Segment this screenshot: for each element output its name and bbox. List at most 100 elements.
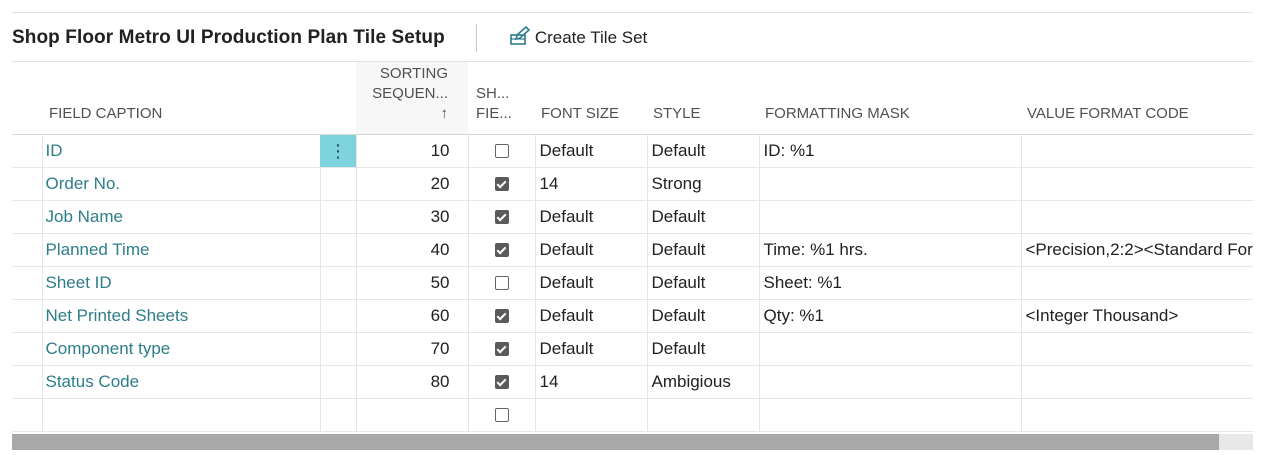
field-caption-cell[interactable]: Status Code — [41, 365, 320, 399]
row-menu-cell — [319, 332, 356, 366]
value-format-code-cell[interactable] — [1020, 332, 1253, 366]
show-field-checkbox[interactable] — [494, 342, 509, 356]
row-selector[interactable] — [12, 266, 42, 300]
sorting-sequence-cell[interactable]: 40 — [355, 233, 468, 267]
field-caption-cell[interactable]: Sheet ID — [41, 266, 320, 300]
field-caption-cell[interactable] — [41, 398, 320, 432]
table-row[interactable]: Status Code 80 14 Ambigious — [12, 365, 1253, 399]
style-cell[interactable]: Default — [646, 332, 759, 366]
table-row[interactable] — [12, 398, 1253, 432]
field-caption-cell[interactable]: Planned Time — [41, 233, 320, 267]
horizontal-scrollbar[interactable] — [12, 434, 1253, 450]
field-caption-cell[interactable]: Job Name — [41, 200, 320, 234]
formatting-mask-cell[interactable]: Qty: %1 — [758, 299, 1021, 333]
show-field-checkbox[interactable] — [494, 177, 509, 191]
font-size-cell[interactable]: Default — [534, 266, 647, 300]
font-size-cell[interactable] — [534, 398, 647, 432]
table-row[interactable]: ID ⋮ 10 Default Default ID: %1 — [12, 134, 1253, 168]
style-cell[interactable]: Default — [646, 200, 759, 234]
formatting-mask-cell[interactable] — [758, 167, 1021, 201]
formatting-mask-cell[interactable] — [758, 200, 1021, 234]
value-format-code-cell[interactable] — [1020, 398, 1253, 432]
formatting-mask-cell[interactable]: Time: %1 hrs. — [758, 233, 1021, 267]
formatting-mask-cell[interactable] — [758, 398, 1021, 432]
show-field-checkbox[interactable] — [494, 408, 509, 422]
show-field-cell — [467, 266, 535, 300]
formatting-mask-cell[interactable]: Sheet: %1 — [758, 266, 1021, 300]
table-row[interactable]: Planned Time 40 Default Default Time: %1 hrs… — [12, 233, 1253, 267]
table-row[interactable]: Component type 70 Default Default — [12, 332, 1253, 366]
table-row[interactable]: Job Name 30 Default Default — [12, 200, 1253, 234]
sorting-sequence-cell[interactable]: 50 — [355, 266, 468, 300]
font-size-cell[interactable]: 14 — [534, 167, 647, 201]
row-selector[interactable] — [12, 134, 42, 168]
scrollbar-thumb[interactable] — [12, 434, 1219, 450]
style-cell[interactable]: Default — [646, 299, 759, 333]
font-size-cell[interactable]: Default — [534, 200, 647, 234]
table-row[interactable]: Sheet ID 50 Default Default Sheet: %1 — [12, 266, 1253, 300]
formatting-mask-cell[interactable]: ID: %1 — [758, 134, 1021, 168]
style-cell[interactable]: Strong — [646, 167, 759, 201]
font-size-cell[interactable]: 14 — [534, 365, 647, 399]
row-selector[interactable] — [12, 233, 42, 267]
row-selector[interactable] — [12, 332, 42, 366]
sorting-header-line1: SORTING — [379, 65, 448, 82]
column-header-field-caption[interactable]: FIELD CAPTION — [42, 62, 320, 135]
sorting-sequence-cell[interactable]: 10 — [355, 134, 468, 168]
show-field-checkbox[interactable] — [494, 144, 509, 158]
value-format-code-cell[interactable] — [1020, 167, 1253, 201]
field-caption-cell[interactable]: Order No. — [41, 167, 320, 201]
field-caption-cell[interactable]: ID — [41, 134, 320, 168]
more-vertical-icon[interactable]: ⋮ — [320, 135, 356, 167]
value-format-code-cell[interactable]: <Integer Thousand> — [1020, 299, 1253, 333]
field-caption-cell[interactable]: Component type — [41, 332, 320, 366]
style-cell[interactable]: Default — [646, 233, 759, 267]
show-field-cell — [467, 299, 535, 333]
value-format-code-cell[interactable] — [1020, 365, 1253, 399]
sorting-sequence-cell[interactable]: 70 — [355, 332, 468, 366]
table-row[interactable]: Net Printed Sheets 60 Default Default Qty: %… — [12, 299, 1253, 333]
show-field-checkbox[interactable] — [494, 243, 509, 257]
show-field-checkbox[interactable] — [494, 375, 509, 389]
show-field-checkbox[interactable] — [494, 276, 509, 290]
show-field-checkbox[interactable] — [494, 210, 509, 224]
sorting-sequence-cell[interactable]: 60 — [355, 299, 468, 333]
font-size-cell[interactable]: Default — [534, 233, 647, 267]
column-header-show-field[interactable]: SH... FIE... — [468, 62, 535, 135]
sorting-sequence-cell[interactable]: 30 — [355, 200, 468, 234]
show-field-cell — [467, 398, 535, 432]
sorting-sequence-cell[interactable]: 20 — [355, 167, 468, 201]
font-size-cell[interactable]: Default — [534, 332, 647, 366]
column-header-value-format-code[interactable]: VALUE FORMAT CODE — [1021, 62, 1253, 135]
page-title: Shop Floor Metro UI Production Plan Tile… — [12, 27, 445, 48]
create-tile-set-button[interactable]: Create Tile Set — [509, 25, 647, 51]
column-header-formatting-mask[interactable]: FORMATTING MASK — [759, 62, 1021, 135]
column-header-sorting-sequence[interactable]: SORTING SEQUEN... ↑ — [356, 62, 468, 135]
style-cell[interactable]: Default — [646, 266, 759, 300]
sorting-sequence-cell[interactable]: 80 — [355, 365, 468, 399]
formatting-mask-cell[interactable] — [758, 365, 1021, 399]
row-selector[interactable] — [12, 299, 42, 333]
page-header: Shop Floor Metro UI Production Plan Tile… — [12, 22, 1253, 54]
row-selector[interactable] — [12, 398, 42, 432]
table-row[interactable]: Order No. 20 14 Strong — [12, 167, 1253, 201]
field-caption-cell[interactable]: Net Printed Sheets — [41, 299, 320, 333]
row-selector[interactable] — [12, 167, 42, 201]
row-selector[interactable] — [12, 200, 42, 234]
value-format-code-cell[interactable] — [1020, 266, 1253, 300]
row-menu-cell — [319, 233, 356, 267]
font-size-cell[interactable]: Default — [534, 134, 647, 168]
style-cell[interactable] — [646, 398, 759, 432]
show-field-checkbox[interactable] — [494, 309, 509, 323]
style-cell[interactable]: Ambigious — [646, 365, 759, 399]
row-selector[interactable] — [12, 365, 42, 399]
value-format-code-cell[interactable] — [1020, 200, 1253, 234]
column-header-font-size[interactable]: FONT SIZE — [535, 62, 647, 135]
value-format-code-cell[interactable]: <Precision,2:2><Standard Format,0> — [1020, 233, 1253, 267]
sorting-sequence-cell[interactable] — [355, 398, 468, 432]
font-size-cell[interactable]: Default — [534, 299, 647, 333]
value-format-code-cell[interactable] — [1020, 134, 1253, 168]
column-header-style[interactable]: STYLE — [647, 62, 759, 135]
style-cell[interactable]: Default — [646, 134, 759, 168]
formatting-mask-cell[interactable] — [758, 332, 1021, 366]
